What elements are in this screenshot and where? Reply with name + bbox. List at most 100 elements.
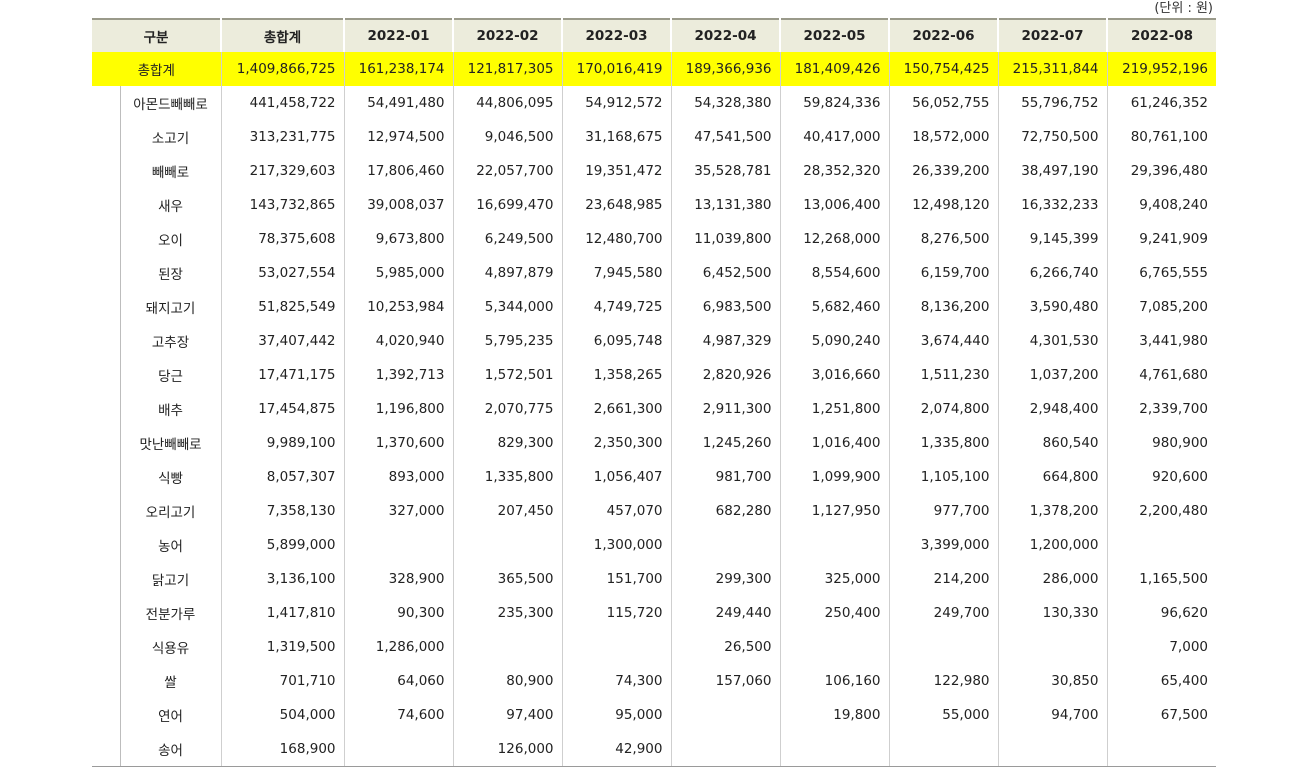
value-cell: 55,000 [889, 698, 999, 732]
value-cell [671, 698, 781, 732]
value-cell: 17,806,460 [344, 154, 454, 188]
value-cell: 13,131,380 [671, 188, 781, 222]
value-cell: 8,136,200 [889, 290, 999, 324]
value-cell: 6,095,748 [562, 324, 672, 358]
value-cell: 1,378,200 [998, 494, 1108, 528]
table-row: 고추장 37,407,442 4,020,940 5,795,235 6,095,748… [92, 324, 1216, 358]
header-cell: 2022-01 [344, 18, 454, 52]
table-row: 된장 53,027,554 5,985,000 4,897,879 7,945,580 6… [92, 256, 1216, 290]
table-row: 소고기 313,231,775 12,974,500 9,046,500 31,168,… [92, 120, 1216, 154]
value-cell: 67,500 [1160, 707, 1208, 723]
value-cell: 97,400 [453, 698, 563, 732]
row-indent [92, 358, 121, 392]
value-cell: 328,900 [344, 562, 454, 596]
value-cell [1107, 732, 1216, 767]
total-cell: 170,016,419 [562, 52, 672, 86]
row-label: 아몬드빼빼로 [120, 86, 222, 120]
value-cell: 4,020,940 [344, 324, 454, 358]
value-cell: 9,241,909 [1139, 231, 1208, 247]
total-cell: 1,409,866,725 [221, 52, 345, 86]
value-cell: 151,700 [562, 562, 672, 596]
table-row: 아몬드빼빼로 441,458,722 54,491,480 44,806,095 54,… [92, 86, 1216, 120]
value-cell: 9,408,240 [1139, 197, 1208, 213]
row-indent [92, 392, 121, 426]
value-cell: 5,344,000 [453, 290, 563, 324]
value-cell: 55,796,752 [998, 86, 1108, 120]
value-cell: 12,974,500 [344, 120, 454, 154]
value-cell: 1,392,713 [344, 358, 454, 392]
value-cell: 1,335,800 [889, 426, 999, 460]
value-cell: 31,168,675 [562, 120, 672, 154]
value-cell: 17,454,875 [221, 392, 345, 426]
table-row: 오이 78,375,608 9,673,800 6,249,500 12,480,700… [92, 222, 1216, 256]
row-indent [92, 154, 121, 188]
value-cell: 1,417,810 [221, 596, 345, 630]
row-label: 소고기 [120, 120, 222, 154]
header-cell: 2022-02 [453, 18, 563, 52]
row-label: 연어 [120, 698, 222, 732]
value-cell: 9,673,800 [344, 222, 454, 256]
value-cell: 10,253,984 [344, 290, 454, 324]
value-cell: 6,159,700 [889, 256, 999, 290]
value-cell: 42,900 [562, 732, 672, 767]
table-row: 송어 168,900 126,000 42,900 [92, 732, 1216, 767]
value-cell [780, 630, 890, 664]
value-cell: 249,440 [671, 596, 781, 630]
value-cell: 94,700 [998, 698, 1108, 732]
table-row: 새우 143,732,865 39,008,037 16,699,470 23,648,… [92, 188, 1216, 222]
value-cell: 214,200 [889, 562, 999, 596]
row-indent [92, 426, 121, 460]
row-indent [92, 256, 121, 290]
value-cell: 6,983,500 [671, 290, 781, 324]
value-cell: 95,000 [562, 698, 672, 732]
value-cell [344, 732, 454, 767]
value-cell: 106,160 [780, 664, 890, 698]
total-cell: 215,311,844 [998, 52, 1108, 86]
value-cell: 1,037,200 [998, 358, 1108, 392]
value-cell: 327,000 [344, 494, 454, 528]
value-cell: 5,682,460 [780, 290, 890, 324]
value-cell: 3,441,980 [1139, 333, 1208, 349]
value-cell: 1,300,000 [562, 528, 672, 562]
value-cell: 4,897,879 [453, 256, 563, 290]
value-cell: 56,052,755 [889, 86, 999, 120]
value-cell [780, 732, 890, 767]
row-label: 쌀 [120, 664, 222, 698]
value-cell: 1,572,501 [453, 358, 563, 392]
value-cell: 4,761,680 [1139, 367, 1208, 383]
value-cell: 53,027,554 [221, 256, 345, 290]
row-indent [92, 596, 121, 630]
value-cell: 457,070 [562, 494, 672, 528]
value-cell: 2,339,700 [1139, 401, 1208, 417]
row-indent [92, 664, 121, 698]
value-cell [1107, 528, 1216, 562]
value-cell: 2,820,926 [671, 358, 781, 392]
row-label: 식용유 [120, 630, 222, 664]
value-cell: 4,749,725 [562, 290, 672, 324]
row-indent [92, 732, 121, 767]
value-cell: 17,471,175 [221, 358, 345, 392]
value-cell: 39,008,037 [344, 188, 454, 222]
value-cell: 126,000 [453, 732, 563, 767]
row-label: 배추 [120, 392, 222, 426]
value-cell: 893,000 [344, 460, 454, 494]
row-indent [92, 120, 121, 154]
value-cell: 122,980 [889, 664, 999, 698]
value-cell: 1,370,600 [344, 426, 454, 460]
table-row: 닭고기 3,136,100 328,900 365,500 151,700 299,300… [92, 562, 1216, 596]
value-cell: 37,407,442 [221, 324, 345, 358]
total-cell: 161,238,174 [344, 52, 454, 86]
value-cell: 1,099,900 [780, 460, 890, 494]
value-cell: 12,268,000 [780, 222, 890, 256]
unit-label: (단위 : 원) [1154, 1, 1213, 16]
row-indent [92, 528, 121, 562]
table-row: 농어 5,899,000 1,300,000 3,399,000 1,200,000 [92, 528, 1216, 562]
value-cell: 7,085,200 [1139, 299, 1208, 315]
value-cell: 78,375,608 [221, 222, 345, 256]
total-cell: 150,754,425 [889, 52, 999, 86]
value-cell: 7,000 [1169, 639, 1208, 655]
table-row: 돼지고기 51,825,549 10,253,984 5,344,000 4,749,7… [92, 290, 1216, 324]
value-cell: 217,329,603 [221, 154, 345, 188]
row-indent [92, 188, 121, 222]
value-cell: 1,165,500 [1139, 571, 1208, 587]
